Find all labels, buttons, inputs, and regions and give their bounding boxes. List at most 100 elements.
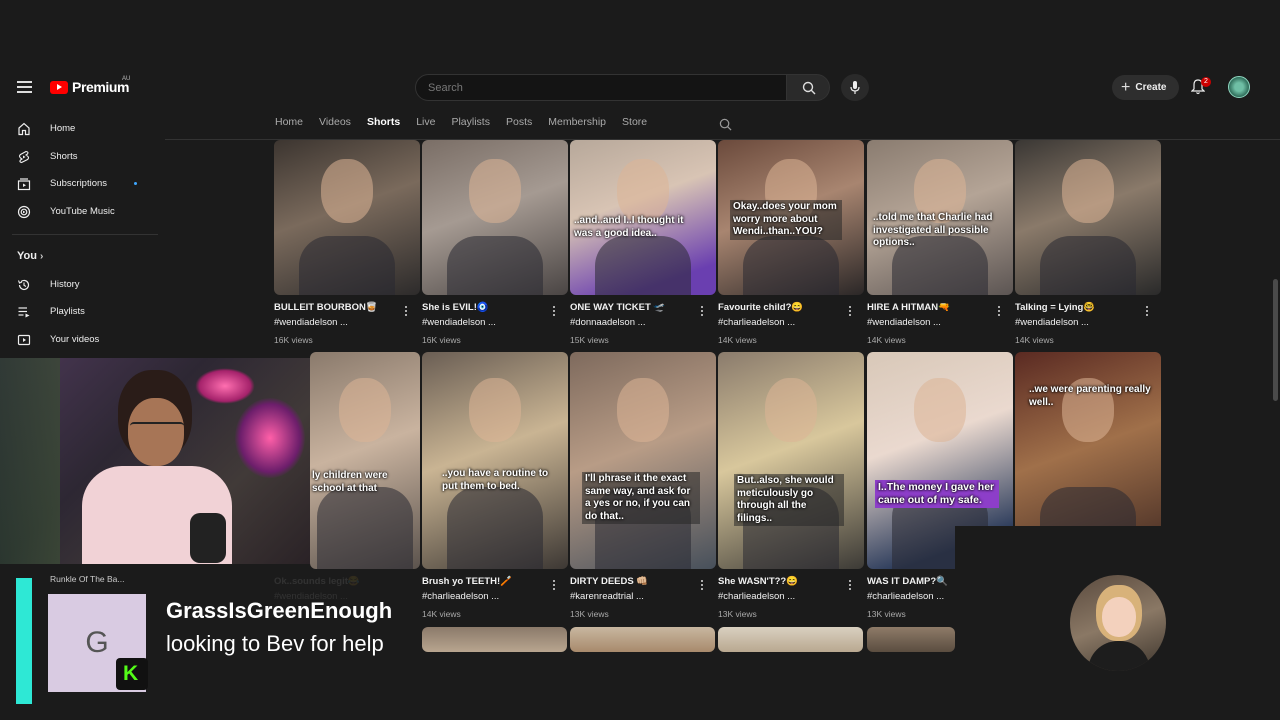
youtube-logo[interactable]: Premium [50, 79, 130, 95]
short-title[interactable]: ONE WAY TICKET 🛫 [570, 302, 665, 313]
short-hashtag[interactable]: #wendiadelson ... [1015, 317, 1089, 328]
short-views: 13K views [570, 609, 609, 619]
short-caption: Okay..does your mom worry more about Wen… [730, 200, 842, 240]
tab-videos[interactable]: Videos [319, 116, 351, 128]
short-title[interactable]: Talking = Lying🤓 [1015, 302, 1095, 313]
short-thumbnail[interactable]: But..also, she would meticulously go thr… [718, 352, 864, 569]
thumbnail-subject [617, 158, 669, 223]
more-options-icon[interactable] [1146, 306, 1149, 318]
more-options-icon[interactable] [553, 580, 556, 592]
sidebar-item-label: YouTube Music [50, 206, 115, 217]
sidebar-item-your-videos[interactable]: Your videos [0, 326, 160, 353]
short-title[interactable]: She WASN'T??😄 [718, 576, 798, 587]
short-thumbnail[interactable] [422, 140, 568, 295]
short-hashtag[interactable]: #wendiadelson ... [867, 317, 941, 328]
short-hashtag[interactable]: #wendiadelson ... [422, 317, 496, 328]
thumbnail-subject-body [317, 486, 413, 569]
short-caption: ..and..and I..I thought it was a good id… [574, 215, 684, 239]
search-button[interactable] [786, 74, 830, 101]
short-thumbnail[interactable]: ..told me that Charlie had investigated … [867, 140, 1013, 295]
search-icon [802, 81, 816, 95]
account-avatar[interactable] [1228, 76, 1250, 98]
short-hashtag[interactable]: #donnaadelson ... [570, 317, 646, 328]
sidebar-item-label: Playlists [50, 306, 85, 317]
kick-logo-icon: K [116, 658, 148, 690]
short-thumbnail[interactable] [422, 627, 567, 652]
short-hashtag[interactable]: #wendiadelson ... [274, 317, 348, 328]
short-thumbnail[interactable] [570, 627, 715, 652]
sidebar-item-label: Subscriptions [50, 178, 108, 189]
short-caption: ..you have a routine to put them to bed. [442, 468, 549, 492]
short-caption: I..The money I gave her came out of my s… [875, 480, 999, 509]
scrollbar-thumb[interactable] [1273, 279, 1278, 401]
chat-message: looking to Bev for help [166, 631, 384, 656]
tab-store[interactable]: Store [622, 116, 647, 128]
chevron-right-icon: › [40, 251, 44, 262]
short-thumbnail[interactable] [867, 627, 955, 652]
sidebar-item-home[interactable]: Home [0, 115, 160, 142]
tab-shorts[interactable]: Shorts [367, 116, 400, 128]
thumbnail-subject [1062, 158, 1114, 223]
short-thumbnail[interactable] [718, 627, 863, 652]
short-title[interactable]: Favourite child?😄 [718, 302, 803, 313]
more-options-icon[interactable] [553, 306, 556, 318]
notification-badge: 2 [1201, 77, 1211, 87]
menu-icon[interactable] [17, 81, 32, 93]
sidebar-you-heading[interactable]: You › [17, 250, 43, 262]
tab-membership[interactable]: Membership [548, 116, 606, 128]
short-thumbnail[interactable] [1015, 140, 1161, 295]
sidebar-item-playlists[interactable]: Playlists [0, 298, 160, 325]
tab-playlists[interactable]: Playlists [451, 116, 490, 128]
sidebar-item-youtube-music[interactable]: YouTube Music [0, 198, 160, 225]
more-options-icon[interactable] [701, 306, 704, 318]
short-views: 14K views [422, 609, 461, 619]
short-thumbnail[interactable]: ..and..and I..I thought it was a good id… [570, 140, 716, 295]
short-thumbnail[interactable]: I'll phrase it the exact same way, and a… [570, 352, 716, 569]
short-views: 13K views [867, 609, 906, 619]
short-title[interactable]: HIRE A HITMAN🔫 [867, 302, 950, 313]
create-button[interactable]: + Create [1112, 75, 1179, 100]
short-hashtag[interactable]: #charlieadelson ... [422, 591, 499, 602]
short-thumbnail[interactable]: ..you have a routine to put them to bed. [422, 352, 568, 569]
tab-posts[interactable]: Posts [506, 116, 532, 128]
short-thumbnail[interactable] [274, 140, 420, 295]
short-hashtag[interactable]: #charlieadelson ... [867, 591, 944, 602]
thumbnail-subject-body [1040, 236, 1136, 295]
short-caption: I'll phrase it the exact same way, and a… [582, 472, 700, 524]
thumbnail-subject [321, 158, 373, 223]
sidebar-item-history[interactable]: History [0, 271, 160, 298]
logo-text: Premium [72, 79, 130, 95]
short-hashtag[interactable]: #charlieadelson ... [718, 317, 795, 328]
more-options-icon[interactable] [701, 580, 704, 592]
short-title[interactable]: DIRTY DEEDS 👊🏼 [570, 576, 648, 587]
short-caption: ..we were parenting really well.. [1029, 384, 1151, 408]
short-hashtag[interactable]: #charlieadelson ... [718, 591, 795, 602]
search-input[interactable]: Search [415, 74, 787, 101]
mic-icon [850, 81, 860, 94]
short-thumbnail[interactable]: ly children were school at that [310, 352, 420, 569]
more-options-icon[interactable] [405, 306, 408, 318]
short-thumbnail[interactable]: Okay..does your mom worry more about Wen… [718, 140, 864, 295]
tab-live[interactable]: Live [416, 116, 435, 128]
thumbnail-subject-body [595, 236, 691, 295]
short-title[interactable]: Brush yo TEETH!🪥 [422, 576, 512, 587]
short-hashtag[interactable]: #karenreadtrial ... [570, 591, 644, 602]
more-options-icon[interactable] [998, 306, 1001, 318]
short-title[interactable]: She is EVIL!🧿 [422, 302, 489, 313]
sidebar-item-label: Your videos [50, 334, 100, 345]
sidebar-item-shorts[interactable]: Shorts [0, 143, 160, 170]
short-views: 14K views [718, 335, 757, 345]
short-title[interactable]: WAS IT DAMP?🔍 [867, 576, 948, 587]
thumbnail-subject-body [299, 236, 395, 295]
more-options-icon[interactable] [849, 580, 852, 592]
channel-search-icon[interactable] [719, 118, 732, 131]
sidebar-item-subscriptions[interactable]: Subscriptions [0, 170, 160, 197]
more-options-icon[interactable] [849, 306, 852, 318]
short-title[interactable]: BULLEIT BOURBON🥃 [274, 302, 378, 313]
home-icon [18, 122, 30, 136]
chat-avatar-initial: G [85, 626, 109, 659]
voice-search-button[interactable] [841, 74, 869, 101]
tab-home[interactable]: Home [275, 116, 303, 128]
plus-icon: + [1121, 78, 1131, 96]
rumble-label: Runkle Of The Ba... [50, 574, 125, 584]
